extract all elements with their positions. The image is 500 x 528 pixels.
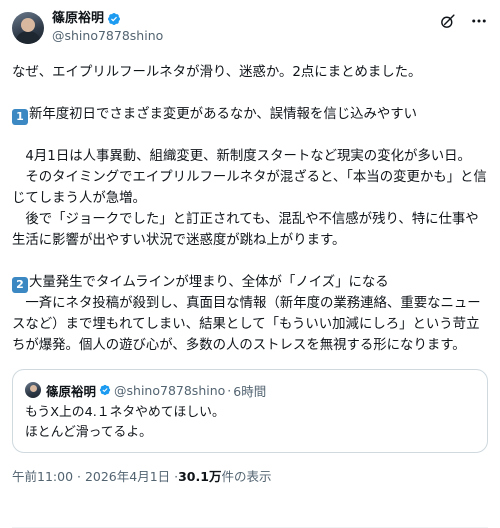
verified-badge-icon: [108, 12, 120, 25]
quoted-tweet[interactable]: 篠原裕明 @shino7878shino · 6時間 もうX上の4.１ネタやめて…: [12, 369, 488, 453]
tweet-header: 篠原裕明 @shino7878shino: [12, 10, 488, 54]
number-1-badge: 1: [12, 109, 28, 125]
tweet: 篠原裕明 @shino7878shino なぜ、エイプリルフールネタが滑り、迷惑…: [0, 0, 500, 528]
quoted-tweet-header: 篠原裕明 @shino7878shino · 6時間: [25, 380, 475, 400]
grok-icon[interactable]: [438, 12, 456, 30]
quoted-separator: ·: [227, 382, 232, 398]
quoted-time: 6時間: [233, 383, 267, 399]
point2-heading: 大量発生でタイムラインが埋まり、全体が「ノイズ」になる: [29, 275, 389, 290]
header-actions: [438, 12, 488, 30]
verified-badge-icon: [99, 384, 111, 396]
author-handle[interactable]: @shino7878shino: [52, 27, 163, 44]
views-label: 件の表示: [221, 468, 272, 484]
point1-heading: 新年度初日でさまざま変更があるなか、誤情報を信じ込みやすい: [29, 107, 418, 122]
quoted-avatar: [25, 382, 41, 398]
point1-heading-line: 1 新年度初日でさまざま変更があるなか、誤情報を信じ込みやすい: [12, 104, 488, 125]
point2-body: 一斉にネタ投稿が殺到し、真面目な情報（新年度の業務連絡、重要なニュースなど）まで…: [12, 296, 481, 353]
views-count: 30.1万: [178, 468, 222, 484]
author-name[interactable]: 篠原裕明: [52, 10, 104, 27]
author-names: 篠原裕明 @shino7878shino: [52, 10, 163, 44]
point2-heading-line: 2 大量発生でタイムラインが埋まり、全体が「ノイズ」になる: [12, 272, 488, 293]
more-options-icon[interactable]: [470, 12, 488, 30]
quoted-text: もうX上の4.１ネタやめてほしい。 ほとんど滑ってるよ。: [25, 405, 225, 440]
quoted-author-name: 篠原裕明: [46, 383, 97, 399]
post-intro: なぜ、エイプリルフールネタが滑り、迷惑か。2点にまとめました。: [12, 65, 422, 80]
tweet-body: なぜ、エイプリルフールネタが滑り、迷惑か。2点にまとめました。 1 新年度初日でさま…: [12, 62, 488, 356]
number-2-badge: 2: [12, 277, 28, 293]
timestamp[interactable]: 午前11:00 · 2026年4月1日 ·: [12, 466, 178, 485]
quoted-author-handle: @shino7878shino: [114, 382, 226, 398]
name-row: 篠原裕明: [52, 10, 163, 27]
point1-body: 4月1日は人事異動、組織変更、新制度スタートなど現実の変化が多い日。 そのタイミ…: [12, 149, 487, 248]
tweet-meta: 午前11:00 · 2026年4月1日 · 30.1万 件の表示: [12, 465, 488, 485]
avatar[interactable]: [12, 12, 44, 44]
